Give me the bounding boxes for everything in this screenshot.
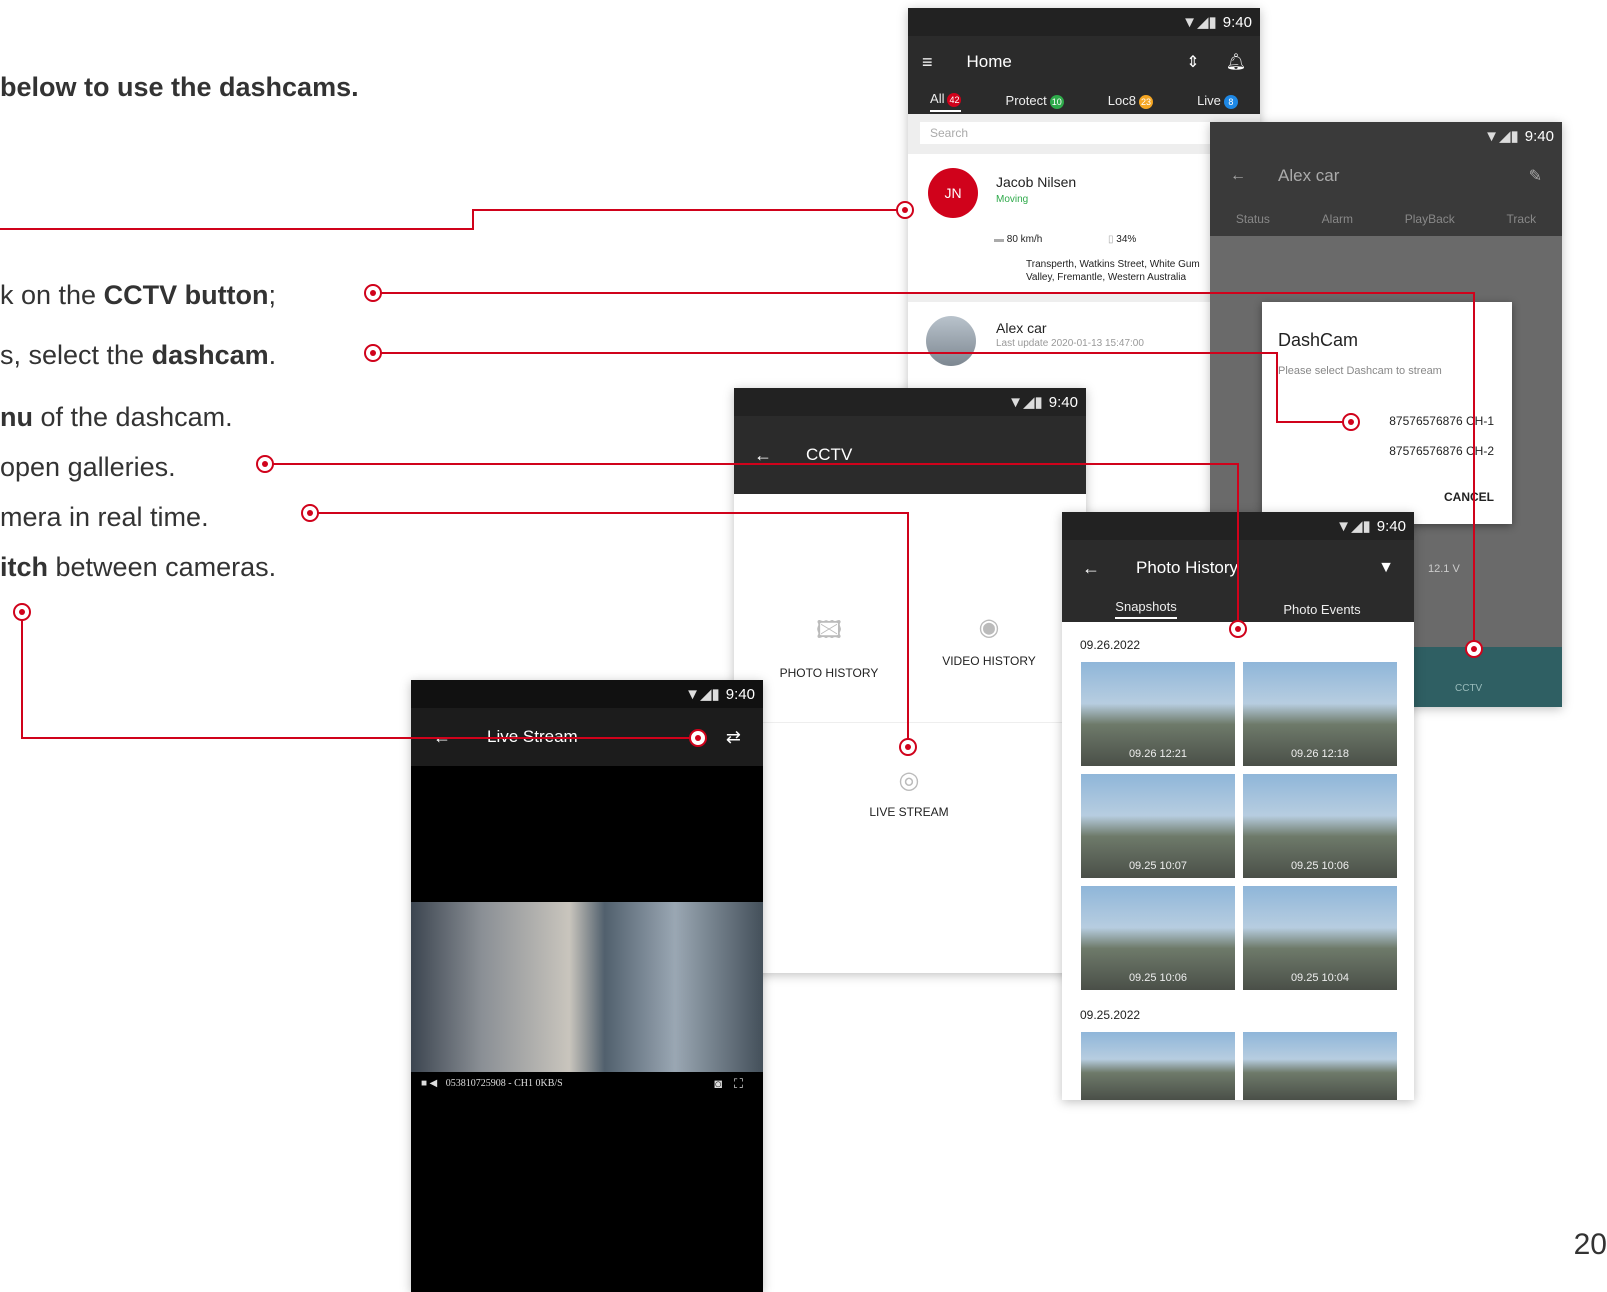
callout-marker: [689, 729, 707, 747]
callout-marker: [896, 201, 914, 219]
callout-marker: [364, 344, 382, 362]
callout-line-galleries: [268, 463, 1239, 628]
callout-line-cctv: [380, 292, 1475, 648]
callout-line-switch: [21, 612, 700, 739]
callout-marker: [899, 738, 917, 756]
callout-marker: [13, 603, 31, 621]
callout-marker: [256, 455, 274, 473]
callout-marker: [301, 504, 319, 522]
callout-marker: [1342, 413, 1360, 431]
callout-lines: [0, 209, 1475, 745]
callout-marker: [1229, 620, 1247, 638]
callout-marker: [1465, 640, 1483, 658]
callout-line-live: [310, 512, 909, 745]
callout-line-dashcam: [380, 352, 1350, 423]
callout-line-vehicle: [0, 209, 905, 230]
callout-marker: [364, 284, 382, 302]
